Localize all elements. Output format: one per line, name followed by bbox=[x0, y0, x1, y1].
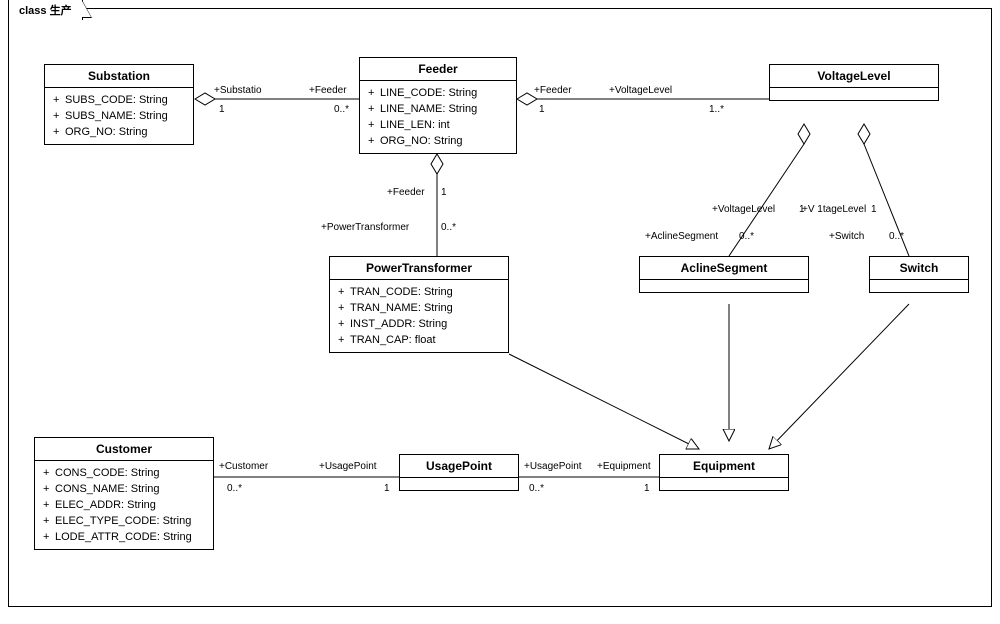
class-body bbox=[400, 478, 518, 490]
gen-pt-equipment bbox=[509, 354, 699, 449]
frame-title: class 生产 bbox=[8, 0, 83, 20]
multiplicity-label: 1 bbox=[539, 104, 545, 115]
multiplicity-label: 0..* bbox=[529, 483, 544, 494]
class-body bbox=[660, 478, 788, 490]
attribute: +LINE_LEN: int bbox=[368, 117, 508, 133]
role-label: +Substatio bbox=[214, 85, 262, 96]
class-usagepoint: UsagePoint bbox=[399, 454, 519, 491]
class-body bbox=[770, 88, 938, 100]
multiplicity-label: 0..* bbox=[739, 231, 754, 242]
class-feeder: Feeder +LINE_CODE: String +LINE_NAME: St… bbox=[359, 57, 517, 154]
role-label: +UsagePoint bbox=[524, 461, 582, 472]
multiplicity-label: 1 bbox=[644, 483, 650, 494]
attribute: +LODE_ATTR_CODE: String bbox=[43, 529, 205, 545]
attribute: +SUBS_NAME: String bbox=[53, 108, 185, 124]
attribute: +LINE_CODE: String bbox=[368, 85, 508, 101]
class-title: VoltageLevel bbox=[770, 65, 938, 88]
class-substation: Substation +SUBS_CODE: String +SUBS_NAME… bbox=[44, 64, 194, 145]
multiplicity-label: 0..* bbox=[889, 231, 904, 242]
role-label: +Switch bbox=[829, 231, 864, 242]
class-body: +CONS_CODE: String +CONS_NAME: String +E… bbox=[35, 461, 213, 549]
role-label: +Feeder bbox=[534, 85, 572, 96]
class-voltagelevel: VoltageLevel bbox=[769, 64, 939, 101]
multiplicity-label: 1 bbox=[219, 104, 225, 115]
attribute: +TRAN_CODE: String bbox=[338, 284, 500, 300]
class-title: AclineSegment bbox=[640, 257, 808, 280]
class-title: Customer bbox=[35, 438, 213, 461]
multiplicity-label: 1 bbox=[871, 204, 877, 215]
attribute: +ELEC_ADDR: String bbox=[43, 497, 205, 513]
gen-sw-equipment bbox=[769, 304, 909, 449]
class-equipment: Equipment bbox=[659, 454, 789, 491]
role-label: +Feeder bbox=[309, 85, 347, 96]
role-label: +VoltageLevel bbox=[712, 204, 775, 215]
role-label: +PowerTransformer bbox=[321, 222, 409, 233]
multiplicity-label: 1..* bbox=[709, 104, 724, 115]
class-title: Equipment bbox=[660, 455, 788, 478]
class-body bbox=[640, 280, 808, 292]
attribute: +CONS_NAME: String bbox=[43, 481, 205, 497]
multiplicity-label: 1 bbox=[384, 483, 390, 494]
class-powertransformer: PowerTransformer +TRAN_CODE: String +TRA… bbox=[329, 256, 509, 353]
attribute: +ORG_NO: String bbox=[53, 124, 185, 140]
attribute: +ORG_NO: String bbox=[368, 133, 508, 149]
attribute: +SUBS_CODE: String bbox=[53, 92, 185, 108]
attribute: +TRAN_CAP: float bbox=[338, 332, 500, 348]
role-label: +VoltageLevel bbox=[609, 85, 672, 96]
diagram-frame: class 生产 bbox=[8, 8, 992, 607]
class-title: Substation bbox=[45, 65, 193, 88]
multiplicity-label: 0..* bbox=[227, 483, 242, 494]
class-title: UsagePoint bbox=[400, 455, 518, 478]
attribute: +INST_ADDR: String bbox=[338, 316, 500, 332]
attribute: +TRAN_NAME: String bbox=[338, 300, 500, 316]
attribute: +LINE_NAME: String bbox=[368, 101, 508, 117]
attribute: +CONS_CODE: String bbox=[43, 465, 205, 481]
class-aclinesegment: AclineSegment bbox=[639, 256, 809, 293]
multiplicity-label: 0..* bbox=[441, 222, 456, 233]
class-customer: Customer +CONS_CODE: String +CONS_NAME: … bbox=[34, 437, 214, 550]
role-label: +AclineSegment bbox=[645, 231, 718, 242]
multiplicity-label: 0..* bbox=[334, 104, 349, 115]
class-body: +SUBS_CODE: String +SUBS_NAME: String +O… bbox=[45, 88, 193, 144]
class-body: +TRAN_CODE: String +TRAN_NAME: String +I… bbox=[330, 280, 508, 352]
role-label: +Customer bbox=[219, 461, 268, 472]
role-label: +V 1tageLevel bbox=[802, 204, 866, 215]
class-switch: Switch bbox=[869, 256, 969, 293]
role-label: +Equipment bbox=[597, 461, 651, 472]
frame-title-text: class 生产 bbox=[19, 5, 72, 17]
role-label: +UsagePoint bbox=[319, 461, 377, 472]
class-body: +LINE_CODE: String +LINE_NAME: String +L… bbox=[360, 81, 516, 153]
class-body bbox=[870, 280, 968, 292]
assoc-feeder-powertransformer bbox=[431, 154, 443, 256]
role-label: +Feeder bbox=[387, 187, 425, 198]
class-title: Switch bbox=[870, 257, 968, 280]
attribute: +ELEC_TYPE_CODE: String bbox=[43, 513, 205, 529]
class-title: PowerTransformer bbox=[330, 257, 508, 280]
class-title: Feeder bbox=[360, 58, 516, 81]
multiplicity-label: 1 bbox=[441, 187, 447, 198]
